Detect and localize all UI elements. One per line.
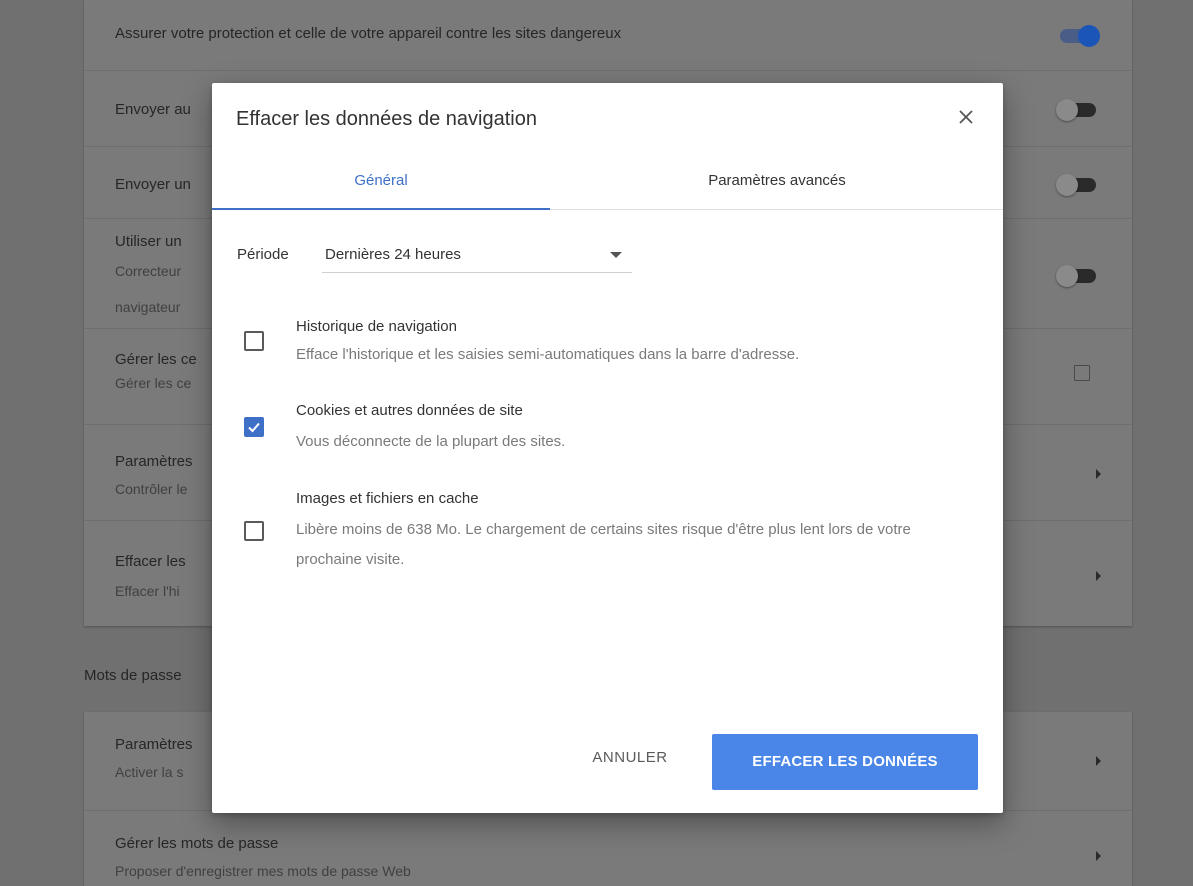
option-title: Cookies et autres données de site (296, 402, 523, 419)
settings-row-title: Envoyer au (115, 101, 191, 118)
settings-row[interactable]: Gérer les mots de passe Proposer d'enreg… (84, 810, 1132, 886)
dialog-title: Effacer les données de navigation (236, 108, 537, 130)
clear-data-button[interactable]: EFFACER LES DONNÉES (712, 734, 978, 790)
toggle-switch-off[interactable] (1056, 99, 1096, 121)
settings-row-subtitle: Correcteur (115, 263, 182, 279)
chevron-right-icon[interactable] (1096, 851, 1101, 861)
settings-row-subtitle: navigateur (115, 299, 181, 315)
settings-row-title: Effacer les (115, 553, 186, 570)
toggle-switch-on[interactable] (1060, 25, 1100, 47)
toggle-switch-off[interactable] (1056, 265, 1096, 287)
cancel-button[interactable]: ANNULER (585, 736, 675, 780)
checkbox-cookies[interactable] (244, 417, 264, 437)
settings-row-title: Paramètres (115, 453, 193, 470)
chevron-right-icon[interactable] (1096, 469, 1101, 479)
dropdown-caret-icon (610, 252, 622, 258)
settings-row-subtitle: Gérer les ce (115, 375, 192, 391)
clear-browsing-data-dialog: Effacer les données de navigation Généra… (212, 83, 1003, 813)
settings-row-title: Envoyer un (115, 176, 191, 193)
option-title: Images et fichiers en cache (296, 490, 479, 507)
dialog-tabs: Général Paramètres avancés (212, 153, 1003, 210)
settings-row-safe-browsing[interactable]: Assurer votre protection et celle de vot… (84, 0, 1132, 70)
period-dropdown[interactable]: Dernières 24 heures (322, 238, 632, 273)
passwords-section-title: Mots de passe (84, 667, 182, 684)
tab-general[interactable]: Général (212, 153, 550, 210)
checkmark-icon (248, 422, 260, 433)
option-title: Historique de navigation (296, 318, 457, 335)
period-label: Période (237, 246, 289, 263)
checkbox-cached-images[interactable] (244, 521, 264, 541)
settings-row-title: Gérer les mots de passe (115, 835, 279, 852)
settings-row-subtitle: Proposer d'enregistrer mes mots de passe… (115, 863, 411, 879)
settings-row-title: Assurer votre protection et celle de vot… (115, 25, 622, 42)
settings-row-subtitle: Effacer l'hi (115, 583, 180, 599)
chevron-right-icon[interactable] (1096, 571, 1101, 581)
settings-row-title: Paramètres (115, 736, 193, 753)
option-description: Libère moins de 638 Mo. Le chargement de… (296, 521, 911, 568)
external-link-icon[interactable] (1074, 365, 1090, 381)
settings-row-title: Utiliser un (115, 233, 182, 250)
settings-row-subtitle: Contrôler le (115, 481, 188, 497)
settings-row-subtitle: Activer la s (115, 764, 184, 780)
tab-advanced-settings[interactable]: Paramètres avancés (622, 153, 932, 209)
toggle-switch-off[interactable] (1056, 174, 1096, 196)
close-icon[interactable] (954, 105, 978, 129)
period-selected-value: Dernières 24 heures (325, 246, 461, 263)
checkbox-browsing-history[interactable] (244, 331, 264, 351)
option-description: Efface l'historique et les saisies semi-… (296, 346, 800, 363)
settings-row-title: Gérer les ce (115, 351, 197, 368)
option-description: Vous déconnecte de la plupart des sites. (296, 433, 566, 450)
chevron-right-icon[interactable] (1096, 756, 1101, 766)
